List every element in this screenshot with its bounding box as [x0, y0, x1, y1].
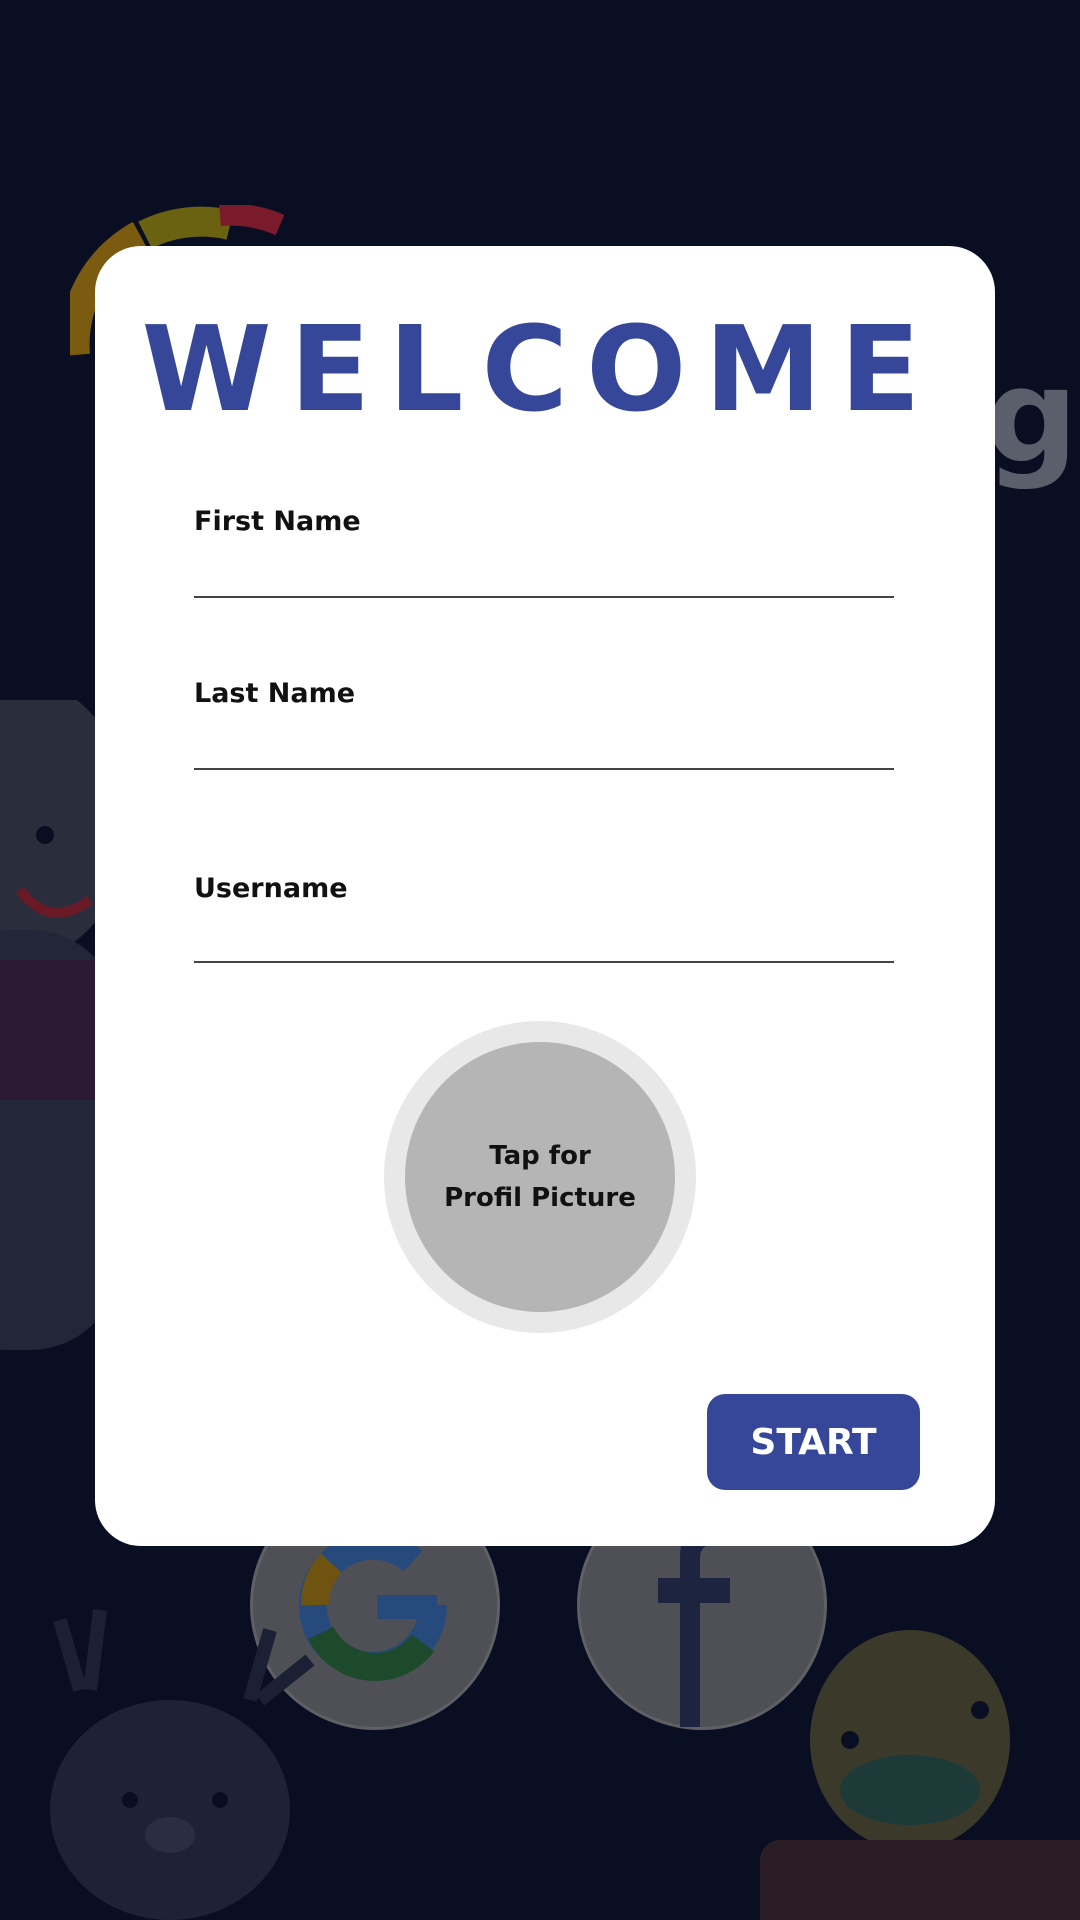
first-name-label: First Name	[194, 506, 361, 537]
profile-picture-placeholder: Tap for Profil Picture	[405, 1042, 675, 1312]
profile-picture-hint-line2: Profil Picture	[444, 1183, 636, 1213]
username-label: Username	[194, 873, 348, 904]
profile-picture-hint-line1: Tap for	[489, 1141, 591, 1171]
welcome-title: WELCOME	[141, 300, 939, 438]
start-button[interactable]: START	[707, 1394, 920, 1490]
last-name-label: Last Name	[194, 678, 356, 709]
profile-picture-button[interactable]: Tap for Profil Picture	[384, 1021, 696, 1333]
last-name-input[interactable]	[194, 728, 894, 770]
first-name-input[interactable]	[194, 556, 894, 598]
deer-mascot-icon	[50, 1609, 315, 1920]
chick-mascot-icon	[760, 1630, 1080, 1920]
username-input[interactable]	[194, 921, 894, 963]
